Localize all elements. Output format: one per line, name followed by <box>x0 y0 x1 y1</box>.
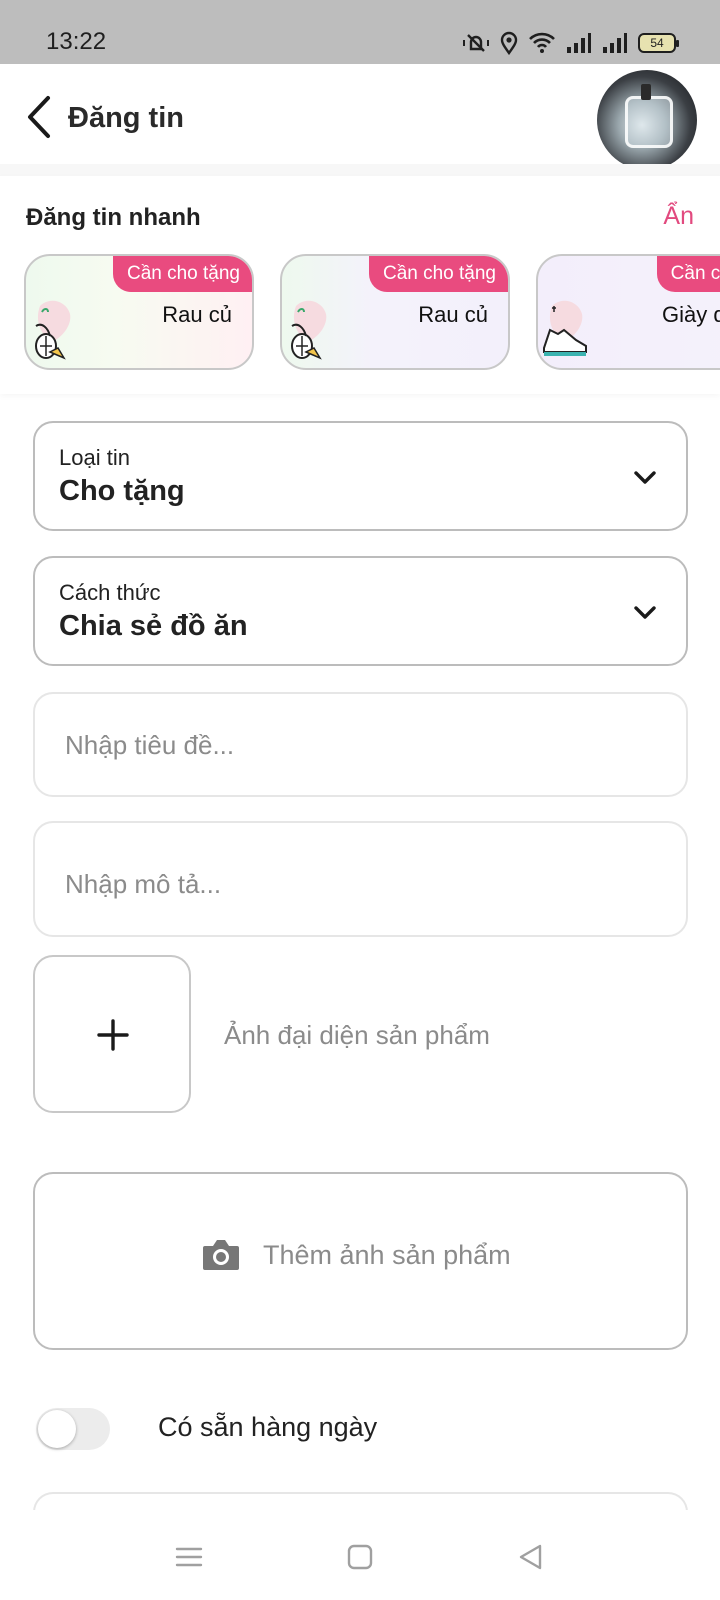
app-header: Đăng tin <box>0 64 720 170</box>
post-type-select[interactable]: Loại tin Cho tặng <box>33 421 688 531</box>
method-select[interactable]: Cách thức Chia sẻ đồ ăn <box>33 556 688 666</box>
card-label: Rau củ <box>162 302 232 327</box>
vegetables-icon <box>35 300 71 360</box>
daily-availability-label: Có sẵn hàng ngày <box>158 1412 378 1442</box>
status-icons: 54 <box>462 28 679 58</box>
chevron-down-icon <box>634 471 656 484</box>
cover-photo-label: Ảnh đại diện sản phẩm <box>224 1020 490 1050</box>
back-chevron-icon[interactable] <box>22 94 56 140</box>
quick-post-card[interactable]: Cần cho tặng Rau củ <box>280 254 510 370</box>
description-input[interactable]: Nhập mô tả... <box>33 821 688 937</box>
hide-button[interactable]: Ẩn <box>663 202 694 231</box>
card-label: Giày d <box>662 302 720 327</box>
chevron-down-icon <box>634 606 656 619</box>
card-badge: Cần cho t <box>656 256 720 292</box>
daily-availability-row: Có sẵn hàng ngày <box>36 1404 686 1458</box>
menu-icon[interactable] <box>174 1542 204 1572</box>
camera-icon <box>203 1240 239 1270</box>
status-time: 13:22 <box>46 28 107 55</box>
back-triangle-icon[interactable] <box>516 1542 546 1572</box>
method-value: Chia sẻ đồ ăn <box>59 610 248 642</box>
add-photos-label: Thêm ảnh sản phẩm <box>263 1239 511 1270</box>
post-type-value: Cho tặng <box>59 475 185 507</box>
avatar[interactable] <box>597 70 697 170</box>
mute-vibrate-icon <box>463 34 489 52</box>
toggle-knob <box>38 1410 76 1448</box>
shoe-icon <box>543 300 587 356</box>
quick-post-section: Đăng tin nhanh Ẩn Cần cho tặng Rau củ Cầ… <box>0 176 720 394</box>
wifi-icon <box>529 32 555 53</box>
quick-post-card[interactable]: Cần cho tặng Rau củ <box>24 254 254 370</box>
daily-availability-toggle[interactable] <box>36 1408 110 1450</box>
system-nav-bar <box>0 1510 720 1600</box>
add-photos-content: Thêm ảnh sản phẩm <box>201 1238 511 1272</box>
page-title: Đăng tin <box>68 102 184 134</box>
title-input[interactable]: Nhập tiêu đề... <box>33 692 688 797</box>
section-divider <box>0 164 720 176</box>
add-product-photos-button[interactable]: Thêm ảnh sản phẩm <box>33 1172 688 1350</box>
quick-post-cards: Cần cho tặng Rau củ Cần cho tặng Rau củ … <box>24 254 720 370</box>
plus-icon <box>97 1019 129 1051</box>
battery-icon: 54 <box>638 33 679 53</box>
description-placeholder: Nhập mô tả... <box>65 869 222 899</box>
location-icon <box>500 31 518 55</box>
status-bar: 13:22 54 <box>0 0 720 64</box>
card-label: Rau củ <box>418 302 488 327</box>
card-badge: Cần cho tặng <box>368 256 508 292</box>
signal-icon <box>567 33 591 53</box>
signal-icon <box>603 33 627 53</box>
quick-post-title: Đăng tin nhanh <box>26 204 201 231</box>
quick-post-card[interactable]: Cần cho t Giày d <box>536 254 720 370</box>
home-icon[interactable] <box>345 1542 375 1572</box>
title-placeholder: Nhập tiêu đề... <box>65 730 235 760</box>
post-type-label: Loại tin <box>59 445 130 470</box>
card-badge: Cần cho tặng <box>112 256 252 292</box>
method-label: Cách thức <box>59 580 161 605</box>
add-cover-photo-button[interactable] <box>33 955 191 1113</box>
vegetables-icon <box>291 300 327 360</box>
